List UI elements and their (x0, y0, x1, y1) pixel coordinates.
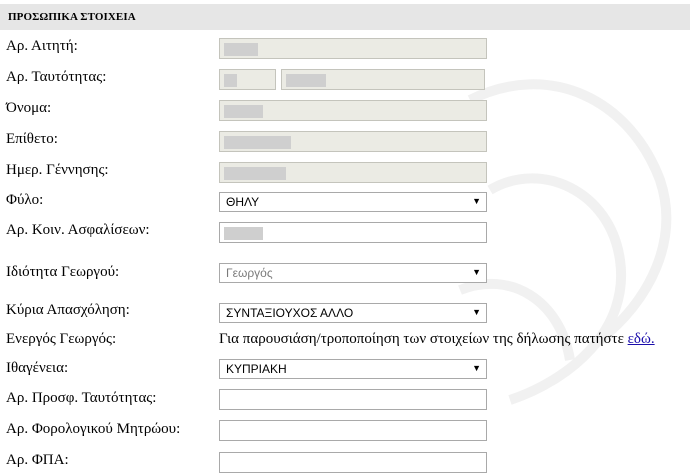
first-name-label: Όνομα: (6, 100, 52, 116)
surname-label: Επίθετο: (6, 131, 58, 147)
refugee-id-field[interactable] (219, 389, 487, 410)
section-header: ΠΡΟΣΩΠΙΚΑ ΣΤΟΙΧΕΙΑ (0, 4, 690, 30)
chevron-down-icon: ▼ (472, 307, 481, 317)
applicant-number-field (219, 38, 487, 59)
redacted-value (224, 43, 258, 56)
sex-select-value: ΘΗΛΥ (226, 195, 260, 209)
social-insurance-label: Αρ. Κοιν. Ασφαλίσεων: (6, 222, 150, 238)
refugee-id-label: Αρ. Προσφ. Ταυτότητας: (6, 390, 157, 406)
applicant-number-label: Αρ. Αιτητή: (6, 38, 78, 54)
id-number-field (281, 69, 485, 90)
nationality-select-value: ΚΥΠΡΙΑΚΗ (226, 362, 287, 376)
redacted-value (224, 74, 237, 87)
active-farmer-here-link[interactable]: εδώ. (628, 331, 655, 347)
id-number-label: Αρ. Ταυτότητας: (6, 69, 107, 85)
vat-number-field[interactable] (219, 452, 487, 473)
active-farmer-info-text: Για παρουσιάση/τροποποίηση των στοιχείων… (219, 331, 628, 347)
redacted-value (224, 227, 263, 240)
tax-registry-label: Αρ. Φορολογικού Μητρώου: (6, 421, 181, 437)
sex-select[interactable]: ΘΗΛΥ ▼ (219, 192, 487, 212)
nationality-label: Ιθαγένεια: (6, 360, 69, 376)
redacted-value (286, 74, 326, 87)
social-insurance-field[interactable] (219, 222, 487, 243)
farmer-status-select-value: Γεωργός (226, 266, 273, 280)
vat-number-label: Αρ. ΦΠΑ: (6, 452, 69, 468)
birth-date-label: Ημερ. Γέννησης: (6, 162, 109, 178)
main-occupation-label: Κύρια Απασχόληση: (6, 302, 130, 318)
chevron-down-icon: ▼ (472, 196, 481, 206)
redacted-value (224, 136, 291, 149)
chevron-down-icon: ▼ (472, 267, 481, 277)
chevron-down-icon: ▼ (472, 363, 481, 373)
section-title: ΠΡΟΣΩΠΙΚΑ ΣΤΟΙΧΕΙΑ (8, 11, 136, 23)
main-occupation-select-value: ΣΥΝΤΑΞΙΟΥΧΟΣ ΑΛΛΟ (226, 306, 354, 320)
active-farmer-info: Για παρουσιάση/τροποποίηση των στοιχείων… (219, 331, 655, 348)
nationality-select[interactable]: ΚΥΠΡΙΑΚΗ ▼ (219, 359, 487, 379)
redacted-value (224, 167, 286, 180)
sex-label: Φύλο: (6, 192, 44, 208)
birth-date-field (219, 162, 487, 183)
tax-registry-field[interactable] (219, 420, 487, 441)
surname-field (219, 131, 487, 152)
main-occupation-select[interactable]: ΣΥΝΤΑΞΙΟΥΧΟΣ ΑΛΛΟ ▼ (219, 303, 487, 323)
farmer-status-label: Ιδιότητα Γεωργού: (6, 264, 120, 280)
active-farmer-label: Ενεργός Γεωργός: (6, 331, 117, 347)
farmer-status-select[interactable]: Γεωργός ▼ (219, 263, 487, 283)
first-name-field (219, 100, 487, 121)
id-type-field (219, 69, 276, 90)
redacted-value (224, 105, 263, 118)
